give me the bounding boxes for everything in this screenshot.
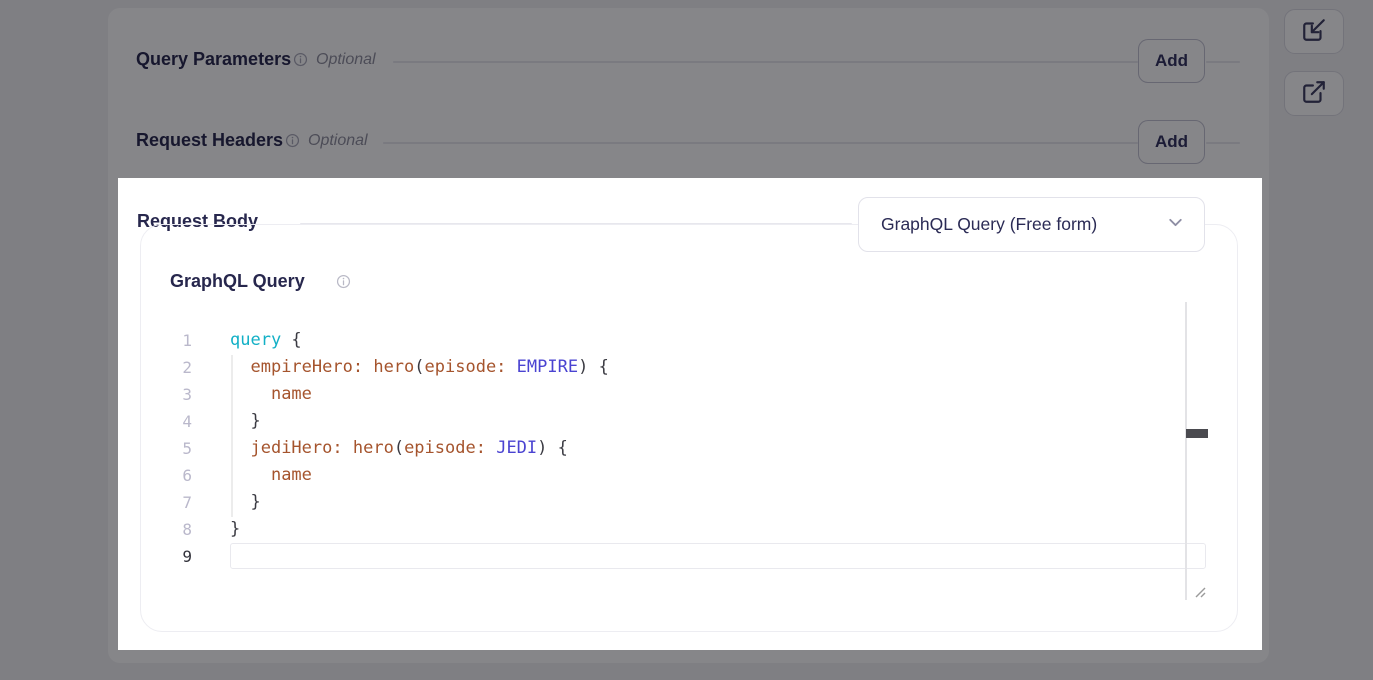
line-number: 5 — [152, 435, 192, 462]
code-editor[interactable]: 1query {2 empireHero: hero(episode: EMPI… — [152, 327, 1206, 570]
body-type-select[interactable]: GraphQL Query (Free form) — [858, 197, 1205, 252]
chevron-down-icon — [1165, 212, 1186, 238]
line-number: 8 — [152, 516, 192, 543]
code-line[interactable]: 5 jediHero: hero(episode: JEDI) { — [152, 435, 1206, 462]
graphql-query-label: GraphQL Query — [170, 271, 305, 292]
code-line[interactable]: 4 } — [152, 408, 1206, 435]
code-content[interactable]: name — [230, 462, 1206, 489]
indent-guide — [231, 355, 233, 517]
request-headers-title: Request Headers — [136, 130, 283, 150]
code-line[interactable]: 9 — [152, 543, 1206, 570]
code-content[interactable]: query { — [230, 327, 1206, 354]
divider — [383, 142, 1138, 144]
line-number: 1 — [152, 327, 192, 354]
code-line[interactable]: 7 } — [152, 489, 1206, 516]
code-line[interactable]: 2 empireHero: hero(episode: EMPIRE) { — [152, 354, 1206, 381]
editor-scrollbar-thumb[interactable] — [1186, 429, 1208, 438]
external-link-icon — [1301, 79, 1327, 108]
line-number: 7 — [152, 489, 192, 516]
code-editor-lines: 1query {2 empireHero: hero(episode: EMPI… — [152, 327, 1206, 570]
line-number: 4 — [152, 408, 192, 435]
resize-handle-icon[interactable] — [1192, 584, 1207, 599]
add-request-header-button[interactable]: Add — [1138, 120, 1205, 164]
line-number: 9 — [152, 543, 192, 570]
optional-badge: Optional — [316, 50, 376, 70]
line-number: 3 — [152, 381, 192, 408]
code-line[interactable]: 6 name — [152, 462, 1206, 489]
code-content[interactable] — [230, 543, 1206, 569]
info-icon[interactable] — [293, 52, 308, 67]
code-content[interactable]: } — [230, 489, 1206, 516]
body-type-value: GraphQL Query (Free form) — [881, 214, 1097, 235]
info-icon[interactable] — [336, 274, 351, 289]
code-line[interactable]: 1 query { — [152, 327, 1206, 354]
import-icon — [1301, 17, 1327, 46]
optional-badge: Optional — [308, 131, 368, 151]
line-number: 6 — [152, 462, 192, 489]
code-content[interactable]: } — [230, 516, 1206, 543]
query-parameters-title: Query Parameters — [136, 49, 291, 69]
code-content[interactable]: empireHero: hero(episode: EMPIRE) { — [230, 354, 1206, 381]
divider — [1206, 142, 1240, 144]
code-line[interactable]: 3 name — [152, 381, 1206, 408]
code-content[interactable]: name — [230, 381, 1206, 408]
divider — [1206, 61, 1240, 63]
code-line[interactable]: 8} — [152, 516, 1206, 543]
open-external-button[interactable] — [1284, 71, 1344, 116]
add-query-parameter-button[interactable]: Add — [1138, 39, 1205, 83]
info-icon[interactable] — [285, 133, 300, 148]
import-button[interactable] — [1284, 9, 1344, 54]
divider — [393, 61, 1138, 63]
line-number: 2 — [152, 354, 192, 381]
editor-scrollbar-track — [1185, 302, 1187, 600]
code-content[interactable]: jediHero: hero(episode: JEDI) { — [230, 435, 1206, 462]
code-content[interactable]: } — [230, 408, 1206, 435]
